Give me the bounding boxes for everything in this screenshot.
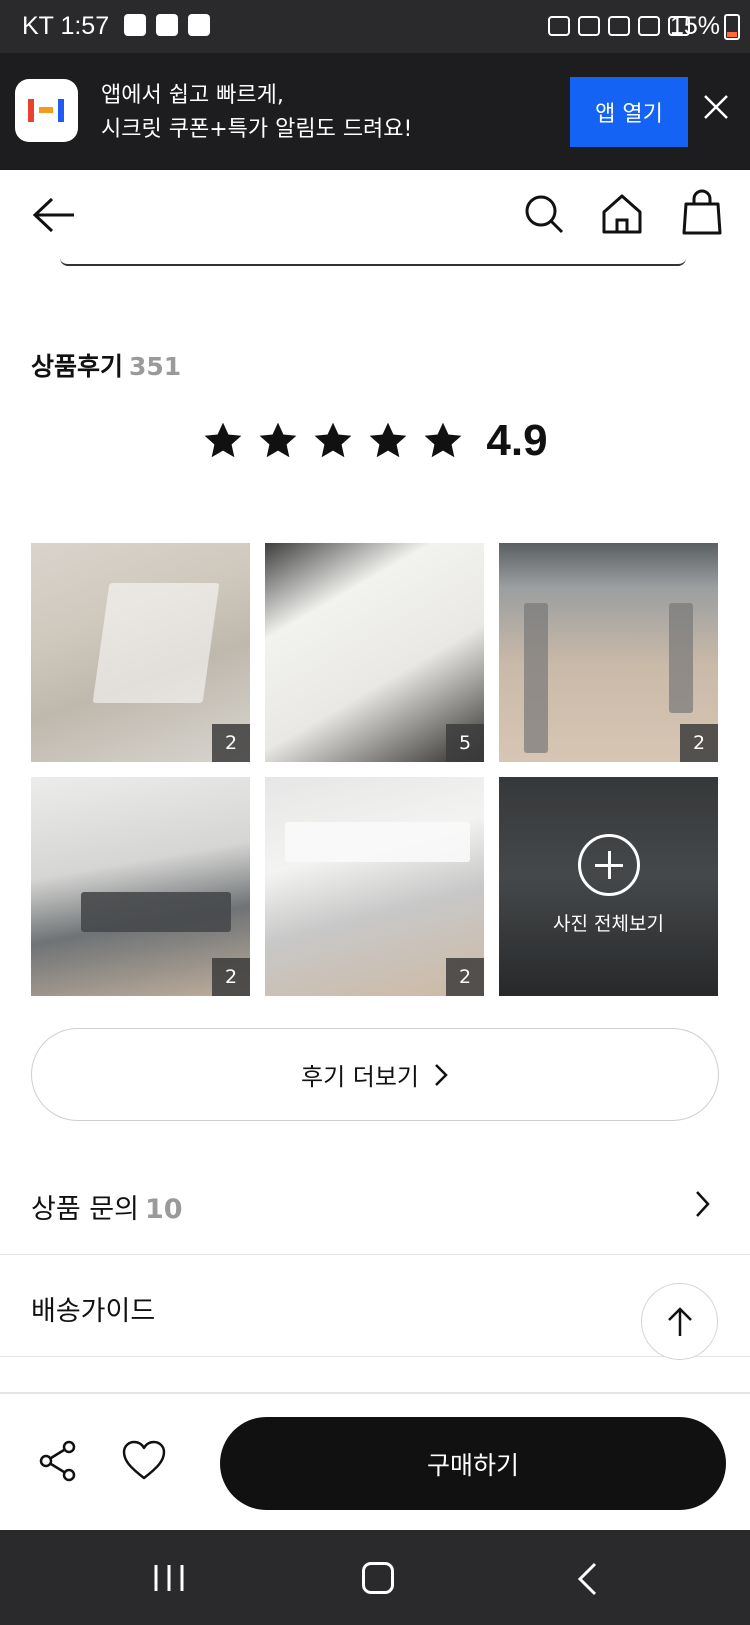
review-photo[interactable]: 2 — [265, 777, 484, 996]
photo-count-badge: 2 — [212, 958, 250, 996]
rating-score: 4.9 — [486, 416, 548, 465]
review-photo[interactable]: 2 — [499, 543, 718, 762]
shipping-guide-row[interactable]: 배송가이드 — [0, 1255, 750, 1357]
star-rating — [202, 420, 464, 462]
star-icon — [315, 422, 352, 458]
reviews-title: 상품후기 — [31, 352, 124, 381]
search-icon[interactable] — [522, 192, 566, 236]
arrow-up-icon — [668, 1307, 692, 1336]
chevron-right-icon — [696, 1191, 710, 1217]
banner-message-line2: 시크릿 쿠폰+특가 알림도 드려요! — [101, 117, 413, 142]
alert-icon — [156, 14, 178, 36]
star-icon — [205, 422, 242, 458]
more-reviews-button[interactable]: 후기 더보기 — [31, 1028, 719, 1121]
plus-icon — [578, 834, 640, 896]
5g-icon — [638, 16, 660, 36]
app-logo-icon — [15, 79, 78, 142]
photo-count-badge: 2 — [212, 724, 250, 762]
alarm-icon — [578, 16, 600, 36]
page-header — [0, 170, 750, 265]
share-icon[interactable] — [38, 1439, 78, 1483]
shipping-guide-title: 배송가이드 — [31, 1296, 156, 1327]
star-icon — [260, 422, 297, 458]
qna-heading: 상품 문의 10 — [31, 1187, 183, 1226]
view-all-photos-tile[interactable]: 사진 전체보기 — [499, 777, 718, 996]
back-arrow-icon[interactable] — [30, 194, 78, 236]
check-icon — [188, 14, 210, 36]
review-photo[interactable]: 2 — [31, 777, 250, 996]
gallery-icon — [124, 14, 146, 36]
recent-apps-icon[interactable] — [152, 1564, 186, 1592]
shopping-bag-icon[interactable] — [680, 188, 724, 236]
battery-percent: 15% — [669, 12, 720, 40]
chevron-right-icon — [435, 1063, 448, 1086]
photo-count-badge: 5 — [446, 724, 484, 762]
section-divider — [60, 258, 686, 266]
close-icon[interactable] — [700, 91, 732, 123]
home-button-icon[interactable] — [362, 1562, 394, 1594]
product-qna-row[interactable]: 상품 문의 10 — [0, 1153, 750, 1255]
qna-title: 상품 문의 — [31, 1194, 139, 1225]
home-icon[interactable] — [600, 192, 644, 236]
status-bar: KT 1:57 15% — [0, 0, 750, 53]
battery-saver-icon — [548, 16, 570, 36]
review-photo[interactable]: 5 — [265, 543, 484, 762]
banner-message-line1: 앱에서 쉽고 빠르게, — [101, 83, 284, 108]
scroll-to-top-button[interactable] — [641, 1283, 718, 1360]
banner-message: 앱에서 쉽고 빠르게, 시크릿 쿠폰+특가 알림도 드려요! — [101, 79, 412, 147]
more-reviews-label: 후기 더보기 — [300, 1063, 420, 1091]
buy-button[interactable]: 구매하기 — [220, 1417, 726, 1510]
app-banner: 앱에서 쉽고 빠르게, 시크릿 쿠폰+특가 알림도 드려요! 앱 열기 — [0, 53, 750, 170]
reviews-heading: 상품후기 351 — [31, 347, 181, 383]
system-icons — [548, 16, 690, 36]
open-app-button[interactable]: 앱 열기 — [570, 77, 688, 147]
notification-icons — [124, 14, 210, 36]
carrier-time: KT 1:57 — [22, 12, 110, 40]
photo-count-badge: 2 — [446, 958, 484, 996]
battery-icon — [724, 14, 740, 40]
qna-count: 10 — [144, 1194, 183, 1225]
star-icon — [425, 422, 462, 458]
hd-icon — [608, 16, 630, 36]
system-nav-bar — [0, 1530, 750, 1625]
rating-summary: 4.9 — [0, 416, 750, 466]
heart-icon[interactable] — [121, 1439, 167, 1481]
next-section-row — [0, 1357, 750, 1393]
bottom-action-bar: 구매하기 — [0, 1393, 750, 1530]
nav-back-icon[interactable] — [576, 1562, 598, 1596]
photo-count-badge: 2 — [680, 724, 718, 762]
star-icon — [370, 422, 407, 458]
reviews-count: 351 — [129, 352, 182, 381]
view-all-photos-label: 사진 전체보기 — [553, 913, 664, 935]
review-photo[interactable]: 2 — [31, 543, 250, 762]
review-photo-grid: 2 5 2 2 2 사진 전체보기 — [31, 543, 719, 996]
